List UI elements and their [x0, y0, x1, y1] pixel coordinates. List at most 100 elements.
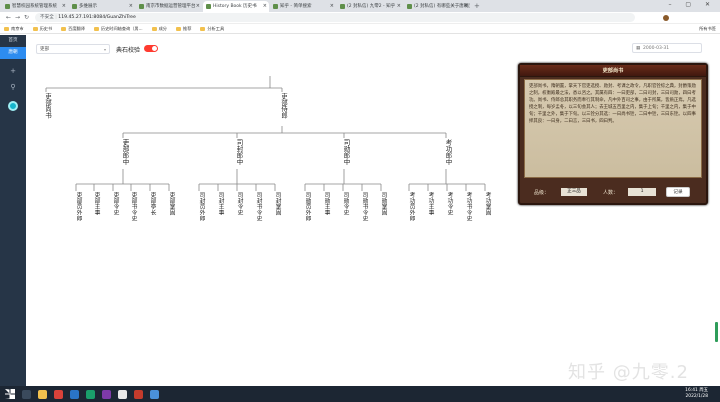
rank-value: 正三品 — [561, 188, 588, 196]
browser-tab[interactable]: History Book 历史书 × — [203, 1, 269, 12]
org-node[interactable]: 吏部书令史 — [126, 192, 136, 221]
sidebar-item-tang[interactable]: 唐朝 — [0, 47, 26, 59]
scroll-handle[interactable] — [715, 322, 718, 342]
org-node[interactable]: 司封掌固 — [270, 192, 280, 215]
org-node[interactable]: 司封员外郎 — [194, 192, 204, 221]
calendar-icon: ▦ — [636, 46, 641, 51]
tab-title: History Book 历史书 — [213, 4, 257, 9]
insecure-warning: 不安全 — [40, 15, 54, 20]
search-people-icon[interactable]: ⚲ — [0, 83, 26, 91]
org-node[interactable]: 司封令史 — [232, 192, 242, 215]
all-bookmarks-link[interactable]: 所有书签 — [699, 26, 716, 32]
forward-icon[interactable]: → — [13, 14, 22, 21]
org-node[interactable]: 司勋书令史 — [357, 192, 367, 221]
close-tab-icon[interactable]: × — [129, 1, 133, 12]
org-node[interactable]: 考功郎中 — [441, 139, 452, 165]
org-node[interactable]: 吏部侍郎 — [277, 93, 287, 118]
chrome-icon[interactable] — [118, 389, 127, 399]
org-node[interactable]: 吏部员外郎 — [71, 192, 81, 221]
rank-label: 品级： — [534, 189, 550, 196]
browser-tab[interactable]: 智慧校园系统管理系统 × — [2, 1, 68, 12]
app-lightblue-icon[interactable] — [150, 389, 159, 399]
org-node[interactable]: 司封书令史 — [251, 192, 261, 221]
org-node[interactable]: 吏部尚书 — [41, 93, 51, 118]
search-icon[interactable] — [22, 389, 31, 399]
address-bar-row: ← → ↻ 不安全 | 119.45.27.191:8084/GuanZhiTr… — [0, 12, 720, 24]
browser-tab[interactable]: (2 封私信) 九零2 - 知乎 × — [337, 1, 403, 12]
count-label: 人数： — [603, 189, 619, 196]
folder-icon[interactable] — [38, 389, 47, 399]
org-node[interactable]: 吏部主事 — [89, 192, 99, 215]
folder-icon — [93, 26, 99, 31]
app-purple-icon[interactable] — [102, 389, 111, 399]
app-red-icon[interactable] — [54, 389, 63, 399]
org-node[interactable]: 考功主事 — [423, 192, 433, 215]
browser-tab[interactable]: (2 封私信) 有哪些关于唐朝历史...× — [404, 1, 470, 12]
bookmark-item[interactable]: 分析工具 — [200, 26, 224, 32]
favicon-icon — [340, 4, 345, 9]
detail-panel: 吏部尚书 吏部尚书，隋朝置，掌天下官吏选授、勋封、考课之政令，凡职官铨综之典，封… — [518, 63, 708, 205]
avatar[interactable] — [663, 14, 669, 21]
folder-icon — [61, 26, 67, 31]
reload-icon[interactable]: ↻ — [22, 14, 31, 21]
org-node[interactable]: 考功书令史 — [461, 192, 471, 221]
browser-tab[interactable]: 多维展示 × — [69, 1, 135, 12]
close-tab-icon[interactable]: × — [196, 1, 200, 12]
app-green-icon[interactable] — [86, 389, 95, 399]
favicon-icon — [206, 4, 211, 9]
org-node[interactable]: 考功掌固 — [480, 192, 490, 215]
bookmark-item[interactable]: 成分 — [151, 26, 167, 32]
org-node[interactable]: 司勋令史 — [338, 192, 348, 215]
folder-icon — [176, 26, 181, 31]
org-node[interactable]: 司勋掌固 — [376, 192, 386, 215]
close-tab-icon[interactable]: × — [330, 1, 334, 12]
plus-icon[interactable]: + — [0, 67, 26, 75]
status-circle-icon[interactable] — [8, 101, 18, 111]
bookmark-item[interactable]: 百度翻译 — [61, 26, 85, 32]
count-value: 1 — [628, 188, 657, 196]
org-node[interactable]: 吏部亭长 — [145, 192, 155, 215]
back-icon[interactable]: ← — [4, 14, 13, 21]
close-tab-icon[interactable]: × — [62, 1, 66, 12]
record-button[interactable]: 记录 — [666, 187, 691, 197]
tab-title: (2 封私信) 九零2 - 知乎 — [347, 4, 396, 9]
browser-tab[interactable]: 南京市数据运营管理平台 × — [136, 1, 202, 12]
close-tab-icon[interactable]: × — [464, 1, 468, 12]
org-node[interactable]: 司勋主事 — [319, 192, 329, 215]
folder-icon — [4, 26, 9, 31]
org-node[interactable]: 考功令史 — [442, 192, 452, 215]
bookmark-list: 南京市 历史书 百度翻译 历史时间轴查询（男... 成分 推荐 分析工具 — [4, 26, 233, 32]
taskbar: 16:41 周五 2022/1/28 — [0, 386, 720, 402]
org-node[interactable]: 吏部令史 — [108, 192, 118, 215]
window-controls[interactable]: – ▢ ✕ — [668, 1, 716, 8]
org-node[interactable]: 司封郎中 — [232, 139, 243, 165]
date-field[interactable]: ▦ 2000-03-31 — [632, 43, 702, 53]
favicon-icon — [139, 4, 144, 9]
bookmark-label: 历史书 — [39, 25, 53, 31]
bookmark-label: 历史时间轴查询（男... — [100, 25, 143, 31]
new-tab-button[interactable]: + — [471, 1, 483, 12]
bookmark-item[interactable]: 推荐 — [176, 26, 191, 32]
org-node[interactable]: 吏部掌固 — [164, 192, 174, 215]
app-orange-icon[interactable] — [134, 389, 143, 399]
windows-start-icon[interactable] — [5, 389, 15, 399]
bookmark-label: 南京市 — [11, 25, 24, 31]
clock-time: 16:41 周五 — [685, 388, 708, 393]
bookmark-item[interactable]: 历史书 — [32, 25, 53, 32]
org-node[interactable]: 考功员外郎 — [404, 192, 414, 221]
tree-connectors — [45, 76, 486, 191]
tab-title: 知乎 - 简单搜索 — [280, 4, 312, 9]
close-tab-icon[interactable]: × — [263, 1, 267, 12]
org-node[interactable]: 司勋郎中 — [339, 139, 350, 165]
browser-tab[interactable]: 知乎 - 简单搜索 × — [270, 1, 336, 12]
clock-date: 2022/1/28 — [685, 393, 708, 399]
bookmark-item[interactable]: 南京市 — [4, 26, 24, 32]
app-blue-icon[interactable] — [70, 389, 79, 399]
org-node[interactable]: 司封主事 — [213, 192, 223, 215]
bookmark-item[interactable]: 历史时间轴查询（男... — [93, 25, 143, 32]
sidebar-item-home[interactable]: 首页 — [0, 35, 26, 47]
url-field[interactable]: 不安全 | 119.45.27.191:8084/GuanZhiTree — [35, 13, 635, 22]
org-node[interactable]: 吏部郎中 — [118, 139, 129, 165]
org-node[interactable]: 司勋员外郎 — [300, 192, 310, 221]
close-tab-icon[interactable]: × — [397, 1, 401, 12]
